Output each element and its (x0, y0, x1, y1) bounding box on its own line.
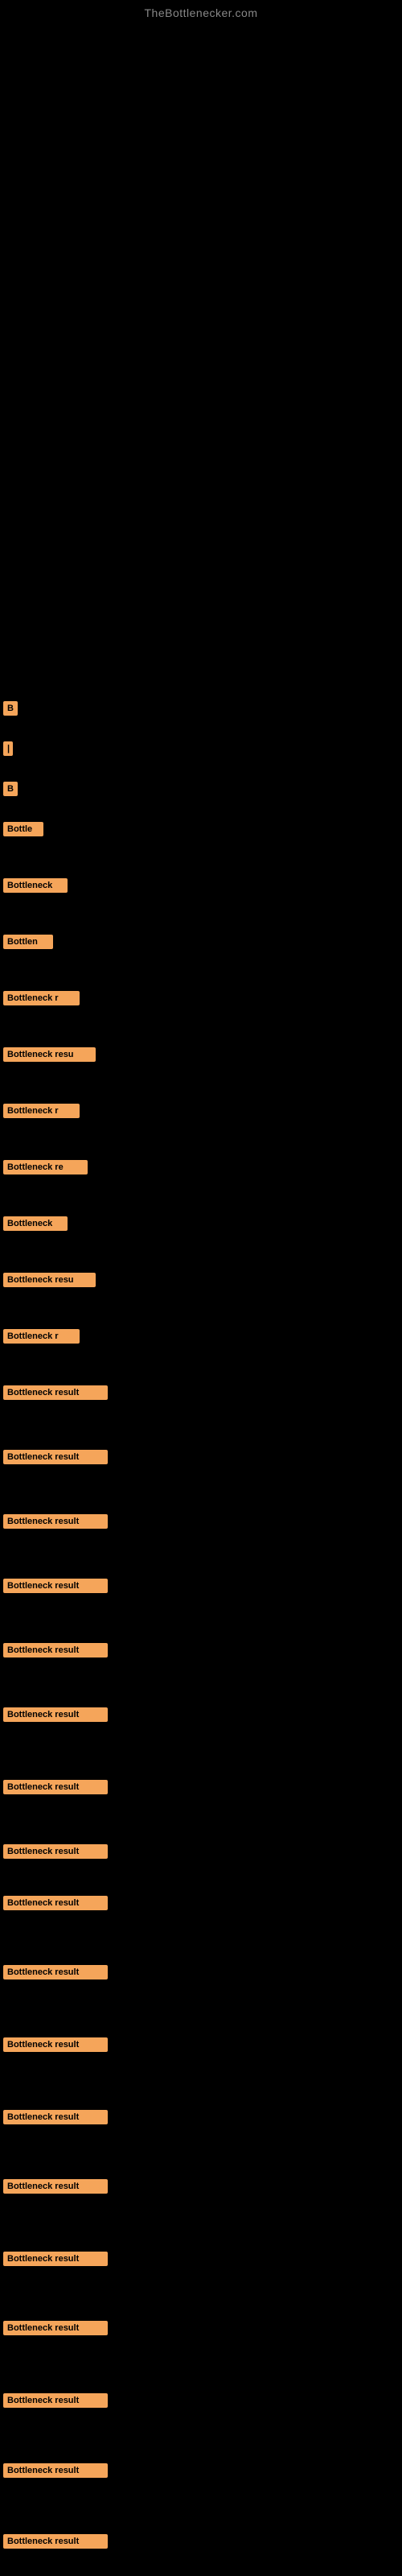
bottleneck-label: | (3, 741, 13, 756)
bottleneck-label: Bottleneck result (3, 1844, 108, 1859)
bottleneck-label-row: Bottleneck result (0, 1895, 108, 1910)
bottleneck-label: B (3, 782, 18, 796)
bottleneck-label-row: Bottleneck result (0, 1449, 108, 1464)
bottleneck-label-row: Bottleneck result (0, 1779, 108, 1794)
bottleneck-label-row: Bottleneck result (0, 2178, 108, 2194)
bottleneck-label: Bottle (3, 822, 43, 836)
bottleneck-label-row: Bottleneck r (0, 990, 80, 1005)
bottleneck-label-row: Bottle (0, 821, 43, 836)
bottleneck-label-row: Bottleneck result (0, 2251, 108, 2266)
bottleneck-label: Bottleneck result (3, 2252, 108, 2266)
bottleneck-label-row: Bottleneck resu (0, 1046, 96, 1062)
bottleneck-label: Bottleneck resu (3, 1273, 96, 1287)
main-visualization (0, 19, 402, 679)
bottleneck-label: Bottleneck result (3, 1780, 108, 1794)
bottleneck-label-row: | (0, 741, 13, 756)
bottleneck-label-row: Bottleneck (0, 1216, 68, 1231)
bottleneck-label-row: Bottleneck result (0, 2533, 108, 2549)
bottleneck-label-row: Bottleneck result (0, 1385, 108, 1400)
bottleneck-label: Bottleneck result (3, 2110, 108, 2124)
bottleneck-label-row: Bottleneck result (0, 1707, 108, 1722)
bottleneck-label-row: Bottlen (0, 934, 53, 949)
bottleneck-label: Bottleneck r (3, 1104, 80, 1118)
bottleneck-label-row: Bottleneck result (0, 2392, 108, 2408)
bottleneck-label-row: Bottleneck result (0, 1964, 108, 1979)
bottleneck-label: Bottleneck (3, 878, 68, 893)
bottleneck-label: Bottleneck result (3, 1643, 108, 1657)
bottleneck-label: Bottleneck r (3, 1329, 80, 1344)
bottleneck-label: Bottleneck result (3, 2534, 108, 2549)
bottleneck-label-row: Bottleneck r (0, 1328, 80, 1344)
bottleneck-label: Bottleneck result (3, 2321, 108, 2335)
bottleneck-label: Bottleneck r (3, 991, 80, 1005)
bottleneck-label-row: Bottleneck re (0, 1159, 88, 1174)
bottleneck-label-row: Bottleneck result (0, 1843, 108, 1859)
bottleneck-label: Bottleneck result (3, 1514, 108, 1529)
bottleneck-label: Bottleneck resu (3, 1047, 96, 1062)
bottleneck-label: B (3, 701, 18, 716)
bottleneck-label-row: Bottleneck resu (0, 1272, 96, 1287)
site-title: TheBottlenecker.com (0, 0, 402, 19)
bottleneck-label: Bottleneck result (3, 1579, 108, 1593)
bottleneck-label: Bottleneck re (3, 1160, 88, 1174)
bottleneck-label-row: Bottleneck r (0, 1103, 80, 1118)
bottleneck-label-row: B (0, 781, 18, 796)
bottleneck-label: Bottleneck (3, 1216, 68, 1231)
bottleneck-label: Bottleneck result (3, 1896, 108, 1910)
bottleneck-label: Bottleneck result (3, 2179, 108, 2194)
bottleneck-label-row: Bottleneck result (0, 1513, 108, 1529)
bottleneck-label-row: Bottleneck result (0, 1642, 108, 1657)
bottleneck-label-row: Bottleneck result (0, 2037, 108, 2052)
bottleneck-label: Bottleneck result (3, 1450, 108, 1464)
bottleneck-label: Bottleneck result (3, 1707, 108, 1722)
bottleneck-label: Bottleneck result (3, 2037, 108, 2052)
bottleneck-label: Bottlen (3, 935, 53, 949)
bottleneck-label-row: Bottleneck (0, 877, 68, 893)
bottleneck-label: Bottleneck result (3, 1385, 108, 1400)
bottleneck-label: Bottleneck result (3, 2393, 108, 2408)
bottleneck-label: Bottleneck result (3, 1965, 108, 1979)
bottleneck-label-row: Bottleneck result (0, 2109, 108, 2124)
page-wrapper: TheBottlenecker.com B | B Bottle Bottleneck B… (0, 0, 402, 2576)
bottleneck-label-row: B (0, 700, 18, 716)
bottleneck-label-row: Bottleneck result (0, 2462, 108, 2478)
bottleneck-label-row: Bottleneck result (0, 2320, 108, 2335)
bottleneck-label: Bottleneck result (3, 2463, 108, 2478)
bottleneck-label-row: Bottleneck result (0, 1578, 108, 1593)
